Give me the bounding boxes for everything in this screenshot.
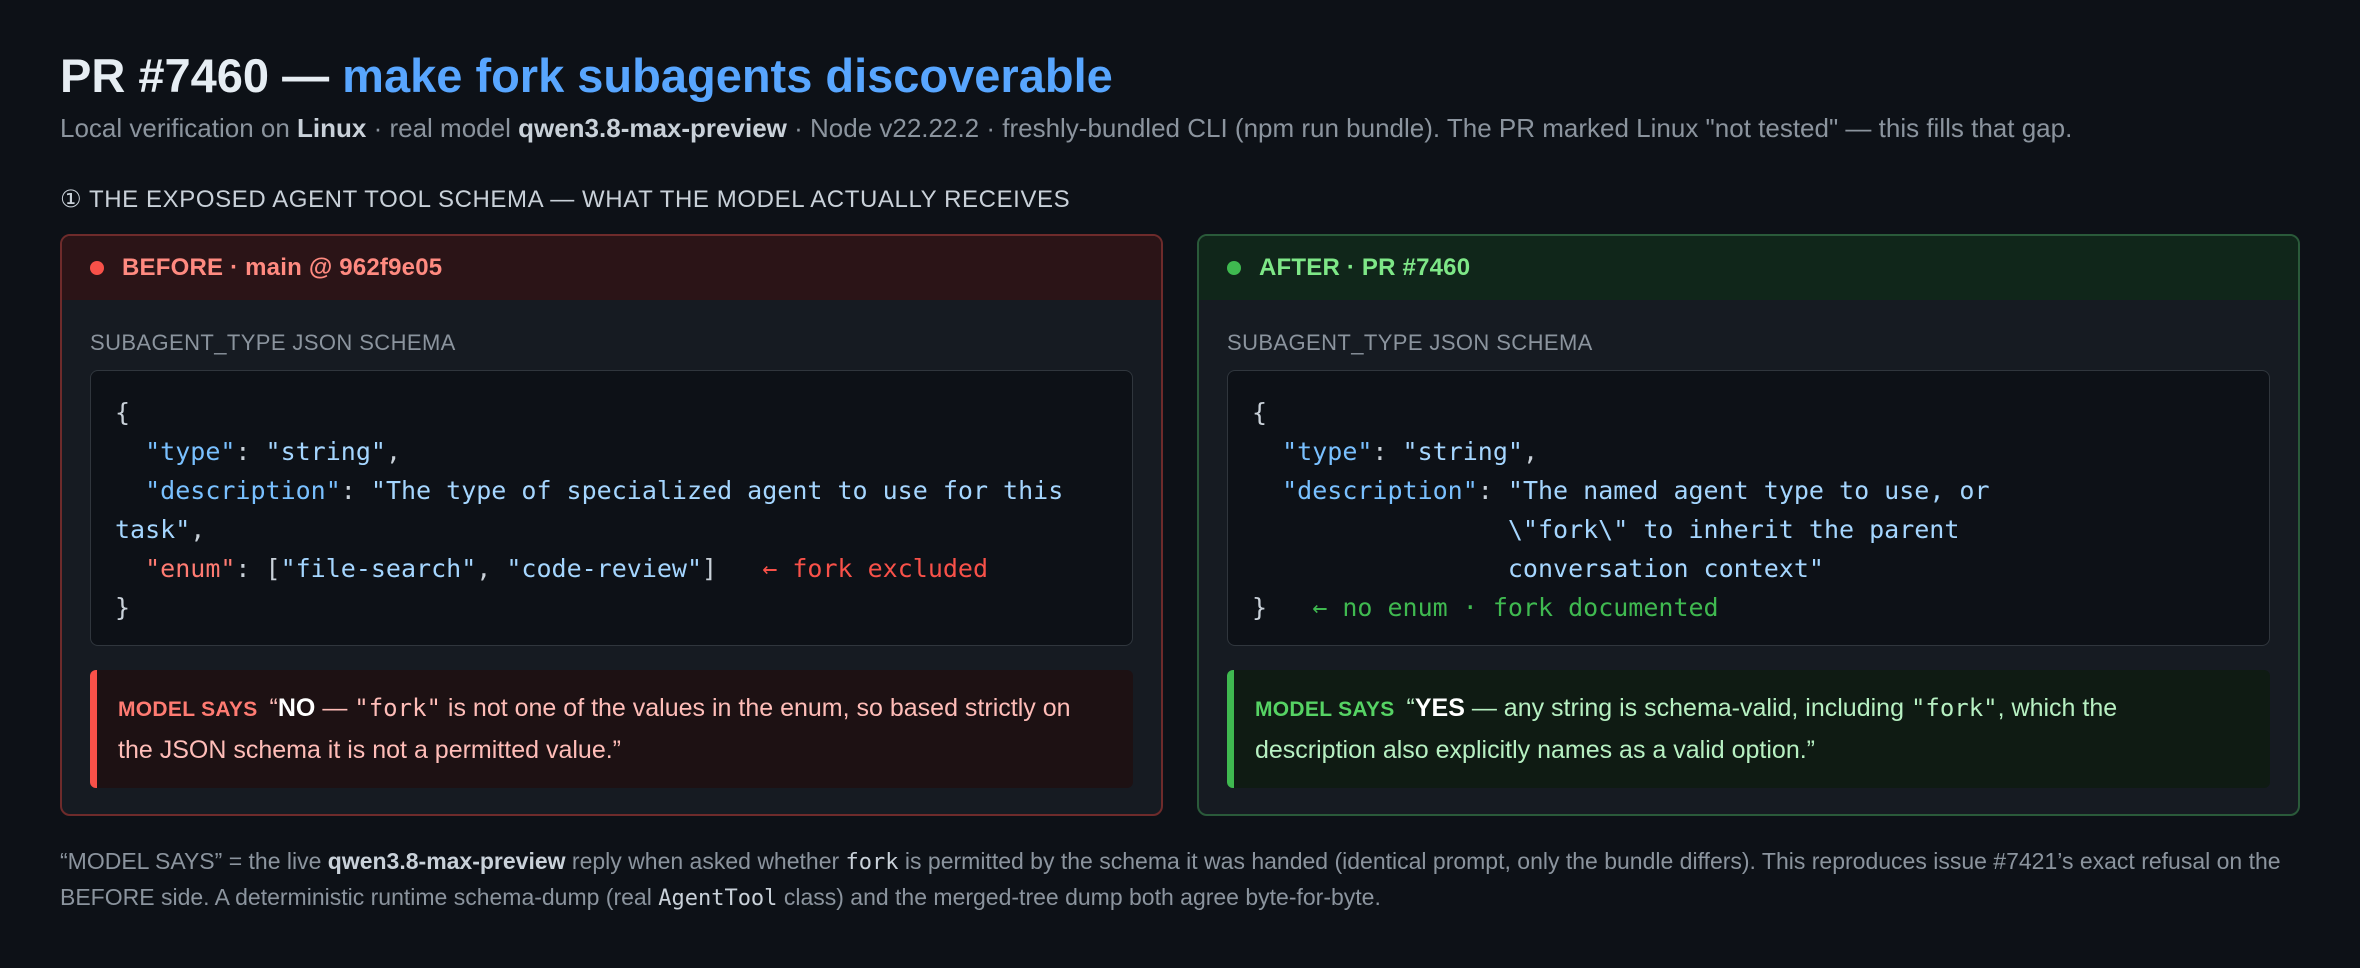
code-description-key: "description" <box>145 475 341 505</box>
code-annotation: ← no enum · fork documented <box>1312 592 1719 622</box>
callout-text: is not one of the values in the enum, so… <box>118 693 1071 764</box>
code-description-line: "The named agent type to use, or <box>1507 475 1990 505</box>
code-description-key: "description" <box>1282 475 1478 505</box>
subtitle-model: qwen3.8-max-preview <box>518 113 787 144</box>
code-description-line: \"fork\" to inherit the parent <box>1507 514 1960 544</box>
before-card-body: SUBAGENT_TYPE JSON SCHEMA { "type": "str… <box>62 300 1161 814</box>
section-heading: ① THE EXPOSED AGENT TOOL SCHEMA — WHAT T… <box>60 185 1071 213</box>
model-verdict: NO <box>277 693 316 722</box>
footer-text: “MODEL SAYS” = the live <box>60 847 328 874</box>
after-card-header: AFTER · PR #7460 <box>1199 235 2298 300</box>
after-model-says: MODEL SAYS “YES — any string is schema-va… <box>1227 669 2270 788</box>
callout-dash: — <box>315 693 355 722</box>
model-says-tag: MODEL SAYS <box>1255 697 1395 721</box>
before-card-header: BEFORE · main @ 962f9e05 <box>62 235 1161 300</box>
code-brace-close: } <box>115 592 131 622</box>
code-brace-close: } <box>1252 592 1268 622</box>
comparison-cards: BEFORE · main @ 962f9e05 SUBAGENT_TYPE J… <box>60 233 2300 816</box>
callout-code: "fork" <box>354 693 441 722</box>
callout-text: — any string is schema-valid, including <box>1464 693 1911 722</box>
subtitle-text-1: Local verification on <box>60 113 298 144</box>
before-schema-label: SUBAGENT_TYPE JSON SCHEMA <box>90 329 456 355</box>
code-type-value: "string" <box>1402 436 1523 466</box>
quote-open: “ <box>1406 693 1415 722</box>
subtitle-linux: Linux <box>297 113 367 144</box>
footer-code: AgentTool <box>658 885 778 911</box>
title-prefix: PR #7460 — <box>60 49 343 102</box>
before-schema-code: { "type": "string", "description": "The … <box>90 369 1133 646</box>
title-accent: make fork subagents discoverable <box>342 49 1113 102</box>
subtitle-text-3: · Node v22.22.2 · freshly-bundled CLI (n… <box>786 113 2073 144</box>
code-enum-value: "code-review" <box>506 553 703 583</box>
footer-model: qwen3.8-max-preview <box>327 847 566 874</box>
code-annotation: ← fork excluded <box>762 553 989 583</box>
before-card: BEFORE · main @ 962f9e05 SUBAGENT_TYPE J… <box>60 233 1163 816</box>
code-type-value: "string" <box>265 436 386 466</box>
page-title: PR #7460 — make fork subagents discovera… <box>60 48 2300 104</box>
callout-code: "fork" <box>1910 693 1998 722</box>
model-says-tag: MODEL SAYS <box>118 697 258 721</box>
page: PR #7460 — make fork subagents discovera… <box>0 0 2360 968</box>
code-enum-key: "enum" <box>145 553 236 583</box>
after-schema-code: { "type": "string", "description": "The … <box>1227 369 2270 646</box>
after-card-title: AFTER · PR #7460 <box>1259 253 1471 281</box>
before-model-says: MODEL SAYS “NO — "fork" is not one of the… <box>90 669 1133 788</box>
code-description-line: conversation context" <box>1507 553 1824 583</box>
footer-note: “MODEL SAYS” = the live qwen3.8-max-prev… <box>60 844 2300 916</box>
after-schema-label: SUBAGENT_TYPE JSON SCHEMA <box>1227 329 1593 355</box>
code-type-key: "type" <box>145 436 236 466</box>
quote-open: “ <box>269 693 278 722</box>
footer-text: reply when asked whether <box>565 847 846 874</box>
footer-text: class) and the merged-tree dump both agr… <box>777 883 1381 910</box>
footer-code: fork <box>845 849 899 875</box>
model-verdict: YES <box>1414 693 1465 722</box>
before-card-title: BEFORE · main @ 962f9e05 <box>122 253 443 281</box>
code-enum-value: "file-search" <box>280 553 477 583</box>
red-status-dot-icon <box>90 260 104 275</box>
after-card: AFTER · PR #7460 SUBAGENT_TYPE JSON SCHE… <box>1197 233 2300 816</box>
after-card-body: SUBAGENT_TYPE JSON SCHEMA { "type": "str… <box>1199 300 2298 814</box>
code-type-key: "type" <box>1282 436 1373 466</box>
code-brace-open: { <box>115 397 131 427</box>
green-status-dot-icon <box>1227 260 1241 275</box>
subtitle-text-2: · real model <box>366 113 519 144</box>
subtitle: Local verification on Linux · real model… <box>60 110 2300 146</box>
code-brace-open: { <box>1252 397 1268 427</box>
